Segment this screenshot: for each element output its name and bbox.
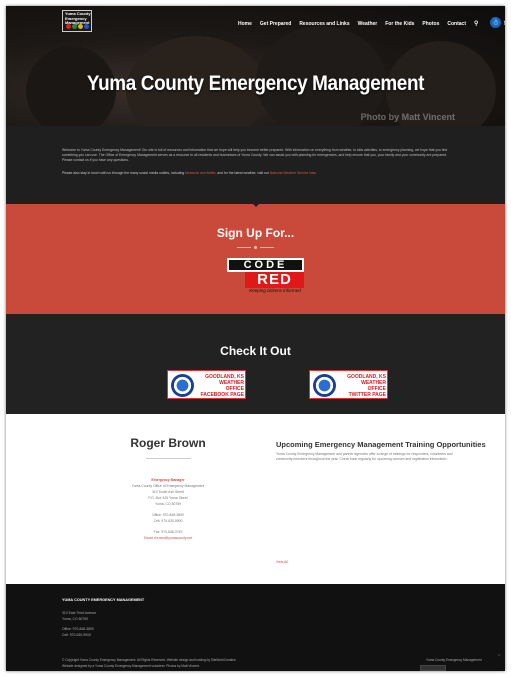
card-line: TWITTER PAGE — [348, 392, 386, 398]
contact-phone: Cell: 970-630-9900 — [153, 519, 183, 523]
nws-twitter-card[interactable]: GOODLAND, KS WEATHER OFFICE TWITTER PAGE — [309, 370, 388, 399]
footer-language-button[interactable] — [420, 665, 446, 671]
codered-red-text: RED — [245, 272, 304, 288]
signup-title: Sign Up For... — [216, 226, 295, 240]
section-pointer — [250, 201, 262, 207]
search-icon[interactable]: ⚲ — [474, 20, 478, 27]
contact-line: 310 South Ash Street — [151, 490, 185, 494]
browser-frame: Yuma County Emergency Management Home Ge… — [6, 6, 505, 671]
nav-resources[interactable]: Resources and Links — [299, 21, 349, 27]
contact-line: P.O. Box 426 Yuma Street — [148, 496, 188, 500]
nav-weather[interactable]: Weather — [358, 21, 378, 27]
nws-twitter-text: GOODLAND, KS WEATHER OFFICE TWITTER PAGE — [338, 374, 386, 398]
photo-credit: Photo by Matt Vincent — [360, 112, 455, 122]
view-all-link[interactable]: View All — [276, 560, 288, 564]
nws-seal-icon — [171, 374, 194, 397]
nav-for-kids[interactable]: For the Kids — [385, 21, 414, 27]
footer-address: Yuma, CO 80759 — [62, 617, 89, 621]
footer-right-text: Yuma County Emergency Management — [426, 658, 482, 662]
nws-facebook-text: GOODLAND, KS WEATHER OFFICE FACEBOOK PAG… — [196, 374, 244, 398]
check-it-out-section: Check It Out GOODLAND, KS WEATHER OFFICE… — [6, 314, 505, 414]
contact-line: Yuma County Office of Emergency Manageme… — [131, 484, 205, 488]
logo-dot-icon — [84, 24, 89, 29]
nws-facebook-card[interactable]: GOODLAND, KS WEATHER OFFICE FACEBOOK PAG… — [167, 370, 246, 399]
welcome-section: Welcome to Yuma County Emergency Managem… — [6, 126, 505, 204]
logo-dot-icon — [66, 24, 71, 29]
contact-phone: Office: 970-848-3890 — [152, 513, 184, 517]
codered-tagline: Keeping citizens informed — [249, 288, 301, 293]
nav-photos[interactable]: Photos — [422, 21, 439, 27]
footer-credit: Website designed by a Yuma County Emerge… — [62, 664, 200, 668]
contact-email-link[interactable]: Email: rbrown@yumacounty.net — [92, 536, 244, 540]
back-to-top-icon[interactable]: ^ — [498, 654, 500, 660]
social-paragraph-mid: , and for the latest weather, visit our — [215, 171, 270, 175]
footer-address: 310 East Third Avenue — [62, 611, 97, 615]
nav-home[interactable]: Home — [238, 21, 252, 27]
footer-cell-phone: Cell: 970-630-9900 — [62, 633, 91, 637]
footer-copyright: © Copyright Yuma County Emergency Manage… — [62, 658, 237, 662]
divider-line — [237, 247, 251, 248]
check-it-out-title: Check It Out — [220, 344, 291, 358]
card-line: FACEBOOK PAGE — [200, 392, 244, 398]
logo-dot-icon — [72, 24, 77, 29]
nws-seal-icon — [313, 374, 336, 397]
training-title: Upcoming Emergency Management Training O… — [276, 440, 486, 449]
page-title: Yuma County Emergency Management — [86, 72, 425, 95]
footer-title: YUMA COUNTY EMERGENCY MANAGEMENT — [62, 598, 145, 602]
divider-line — [260, 247, 274, 248]
social-link[interactable]: facebook and twitter — [185, 171, 215, 175]
footer: YUMA COUNTY EMERGENCY MANAGEMENT 310 Eas… — [6, 584, 505, 671]
social-paragraph: Please also stay in touch with us throug… — [62, 171, 452, 176]
nav-contact[interactable]: Contact — [447, 21, 466, 27]
weather-link[interactable]: National Weather Service links — [270, 171, 316, 175]
divider-line — [146, 458, 191, 459]
site-logo[interactable]: Yuma County Emergency Management — [62, 10, 92, 32]
hero-section: Yuma County Emergency Management Home Ge… — [6, 6, 505, 126]
social-paragraph-lead: Please also stay in touch with us throug… — [62, 171, 186, 175]
main-nav: Home Get Prepared Resources and Links We… — [238, 20, 505, 28]
codered-logo[interactable]: CODE RED Keeping citizens informed — [227, 258, 304, 298]
logo-icons — [66, 24, 89, 29]
training-text: Yuma County Emergency Management and par… — [276, 452, 453, 461]
facebook-icon[interactable]: f — [504, 21, 505, 27]
contact-line: Yuma, CO 80759 — [154, 502, 181, 506]
signup-section: Sign Up For... CODE RED Keeping citizens… — [6, 204, 505, 314]
footer-office-phone: Office: 970-848-3890 — [62, 627, 94, 631]
divider-dot — [254, 246, 257, 249]
contact-role: Emergency Manager — [151, 478, 185, 482]
codered-code-text: CODE — [227, 258, 304, 272]
welcome-paragraph: Welcome to Yuma County Emergency Managem… — [62, 148, 448, 163]
nav-get-prepared[interactable]: Get Prepared — [260, 21, 291, 27]
contact-fax: Fax: 970-848-3749 — [153, 530, 183, 534]
contact-name: Roger Brown — [130, 436, 206, 450]
contact-section: Roger Brown Emergency Manager Yuma Count… — [6, 414, 505, 584]
accessibility-icon[interactable]: ☃ — [490, 17, 501, 28]
logo-dot-icon — [78, 24, 83, 29]
